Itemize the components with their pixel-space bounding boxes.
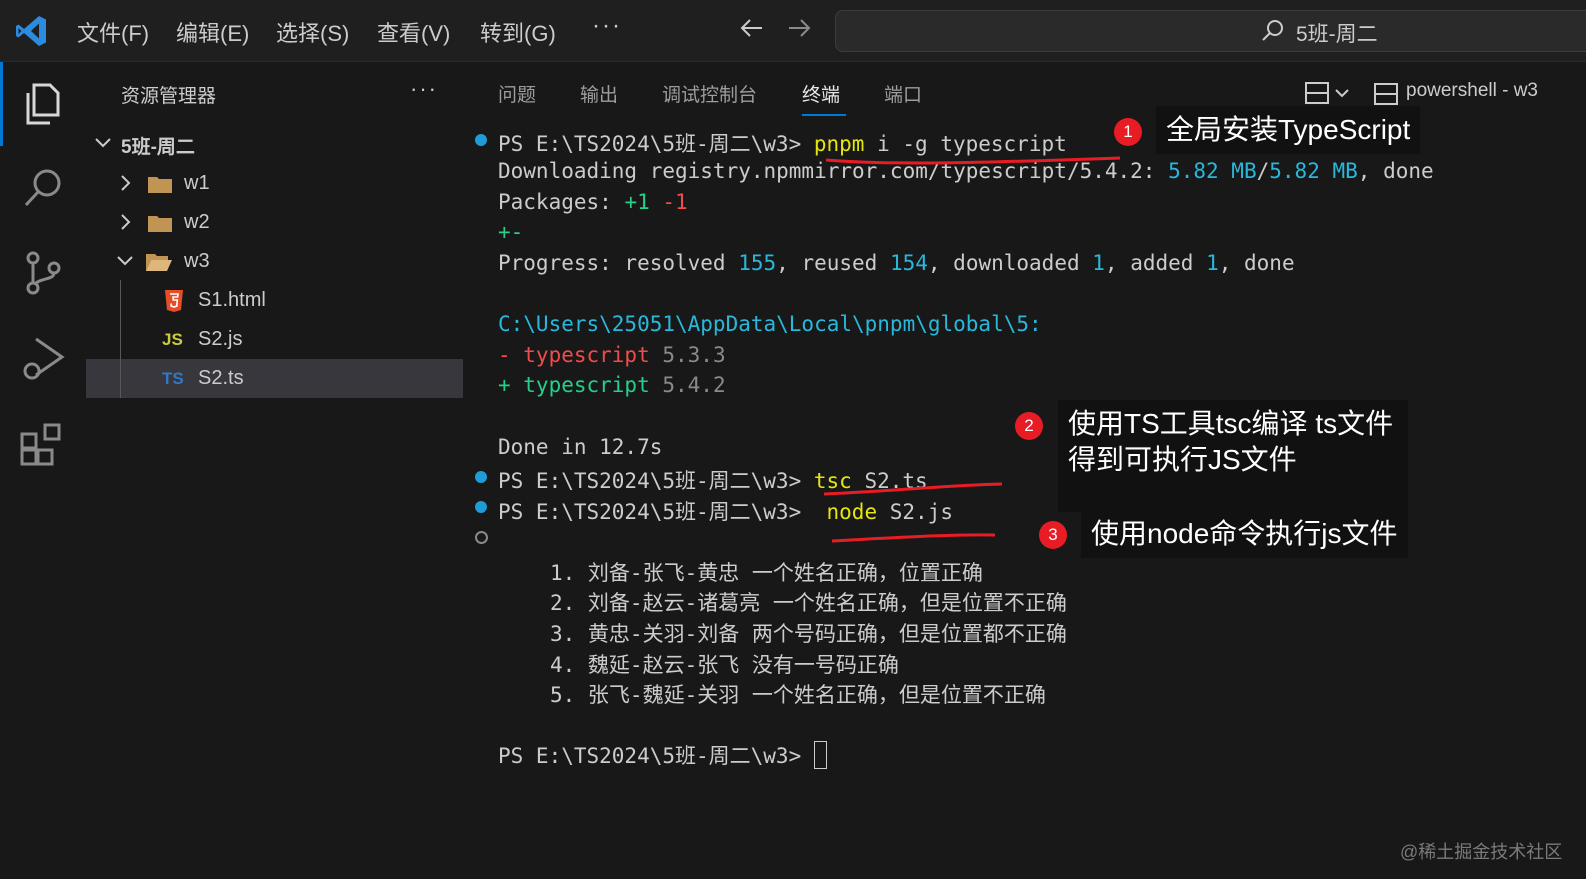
tree-root-folder[interactable]: 5班-周二 <box>86 124 463 163</box>
tab-output[interactable]: 输出 <box>580 80 618 107</box>
annotation-callout-1: 全局安装TypeScript <box>1156 106 1421 155</box>
menu-more-button[interactable]: ··· <box>592 12 622 40</box>
terminal-line: Packages: +1 -1 <box>498 190 688 214</box>
source-control-icon[interactable] <box>18 248 68 298</box>
explorer-more-button[interactable]: ··· <box>410 76 438 102</box>
tab-ports[interactable]: 端口 <box>884 80 922 107</box>
terminal-line: C:\Users\25051\AppData\Local\pnpm\global… <box>498 312 1042 336</box>
split-layout-dropdown-icon[interactable] <box>1305 81 1355 107</box>
terminal-line: Downloading registry.npmmirror.com/types… <box>498 159 1434 183</box>
tree-file-s2-ts[interactable]: TS S2.ts <box>86 359 463 398</box>
active-indicator <box>0 62 3 146</box>
output-line: 3. 黄忠-关羽-刘备 两个号码正确，但是位置都不正确 <box>550 622 1067 646</box>
explorer-files-icon[interactable] <box>18 79 68 129</box>
tree-folder-w3[interactable]: w3 <box>86 242 463 281</box>
terminal-line: PS E:\TS2024\5班-周二\w3> node S2.js <box>498 500 953 524</box>
tree-folder-w2[interactable]: w2 <box>86 203 463 242</box>
terminal-cursor <box>813 741 827 769</box>
search-icon[interactable] <box>18 163 68 213</box>
search-icon <box>1262 20 1283 41</box>
tree-label-w1: w1 <box>184 172 210 194</box>
title-bar: 文件(F) 编辑(E) 选择(S) 查看(V) 转到(G) ··· 5班-周二 <box>0 0 1586 62</box>
html5-file-icon <box>165 290 183 312</box>
tree-file-s1-html[interactable]: S1.html <box>86 281 463 320</box>
annotation-badge-2: 2 <box>1015 412 1043 440</box>
command-pending-dot <box>475 531 488 544</box>
watermark: @稀土掘金技术社区 <box>1400 842 1563 862</box>
tab-problems[interactable]: 问题 <box>498 80 536 107</box>
terminal-line: Progress: resolved 155, reused 154, down… <box>498 251 1295 275</box>
menu-edit[interactable]: 编辑(E) <box>176 16 249 48</box>
chevron-right-icon <box>121 214 131 230</box>
output-line: 4. 魏延-赵云-张飞 没有一号码正确 <box>550 653 899 677</box>
back-arrow-icon[interactable] <box>738 14 766 42</box>
active-tab-underline <box>802 114 846 116</box>
terminal-instance-name[interactable]: powershell - w3 <box>1406 80 1538 102</box>
terminal-line: + typescript 5.4.2 <box>498 373 726 397</box>
annotation-badge-1: 1 <box>1114 118 1142 146</box>
terminal-line: +- <box>498 220 524 244</box>
folder-icon <box>148 177 172 193</box>
command-success-dot <box>475 134 487 146</box>
indent-guide <box>120 280 121 398</box>
extensions-icon[interactable] <box>18 420 68 470</box>
run-debug-icon[interactable] <box>18 333 68 383</box>
chevron-right-icon <box>121 175 131 191</box>
command-success-dot <box>475 471 487 483</box>
output-line: 1. 刘备-张飞-黄忠 一个姓名正确，位置正确 <box>550 561 983 585</box>
folder-open-icon <box>146 254 172 271</box>
callout-2-line-1: 使用TS工具tsc编译 ts文件 <box>1068 408 1394 439</box>
terminal-prompt-line[interactable]: PS E:\TS2024\5班-周二\w3> <box>498 740 827 770</box>
menu-go[interactable]: 转到(G) <box>480 16 556 48</box>
output-line: 2. 刘备-赵云-诸葛亮 一个姓名正确，但是位置不正确 <box>550 591 1067 615</box>
tree-root-label: 5班-周二 <box>121 137 195 158</box>
terminal-line: - typescript 5.3.3 <box>498 343 726 367</box>
annotation-callout-3: 使用node命令执行js文件 <box>1081 510 1408 559</box>
terminal-line: Done in 12.7s <box>498 435 663 459</box>
output-line: 5. 张飞-魏延-关羽 一个姓名正确，但是位置不正确 <box>550 683 1046 707</box>
explorer-title: 资源管理器 <box>121 86 217 107</box>
terminal-line: PS E:\TS2024\5班-周二\w3> tsc S2.ts <box>498 469 928 493</box>
menu-file[interactable]: 文件(F) <box>77 16 149 48</box>
terminal-output[interactable]: PS E:\TS2024\5班-周二\w3> pnpm i -g typescr… <box>463 122 1586 879</box>
vscode-logo-icon <box>16 16 46 46</box>
explorer-sidebar: 资源管理器 ··· 5班-周二 w1 w2 w3 S1.html JS S2.j… <box>86 62 464 879</box>
terminal-line: PS E:\TS2024\5班-周二\w3> pnpm i -g typescr… <box>498 132 1067 156</box>
tree-file-s2-js[interactable]: JS S2.js <box>86 320 463 359</box>
folder-icon <box>148 216 172 232</box>
chevron-down-icon <box>117 256 133 266</box>
annotation-callout-2: 使用TS工具tsc编译 ts文件 得到可执行JS文件 <box>1058 400 1408 512</box>
menu-view[interactable]: 查看(V) <box>377 16 450 48</box>
typescript-file-icon: TS <box>162 369 184 388</box>
command-success-dot <box>475 501 487 513</box>
callout-2-line-2: 得到可执行JS文件 <box>1068 444 1297 476</box>
forward-arrow-icon[interactable] <box>785 14 813 42</box>
menu-selection[interactable]: 选择(S) <box>276 16 349 48</box>
workspace-name: 5班-周二 <box>1296 23 1378 46</box>
tree-folder-w1[interactable]: w1 <box>86 164 463 203</box>
tree-label-s2-js: S2.js <box>198 328 243 350</box>
command-center-search[interactable]: 5班-周二 <box>835 10 1586 52</box>
javascript-file-icon: JS <box>162 330 183 349</box>
tree-label-w3: w3 <box>184 250 210 272</box>
tab-debug-console[interactable]: 调试控制台 <box>662 80 757 107</box>
annotation-badge-3: 3 <box>1039 521 1067 549</box>
terminal-panel-icon <box>1374 83 1398 105</box>
tree-label-s2-ts: S2.ts <box>198 367 244 389</box>
tab-terminal[interactable]: 终端 <box>802 80 840 107</box>
tree-label-s1-html: S1.html <box>198 289 266 311</box>
chevron-down-icon <box>95 138 111 148</box>
tree-label-w2: w2 <box>184 211 210 233</box>
